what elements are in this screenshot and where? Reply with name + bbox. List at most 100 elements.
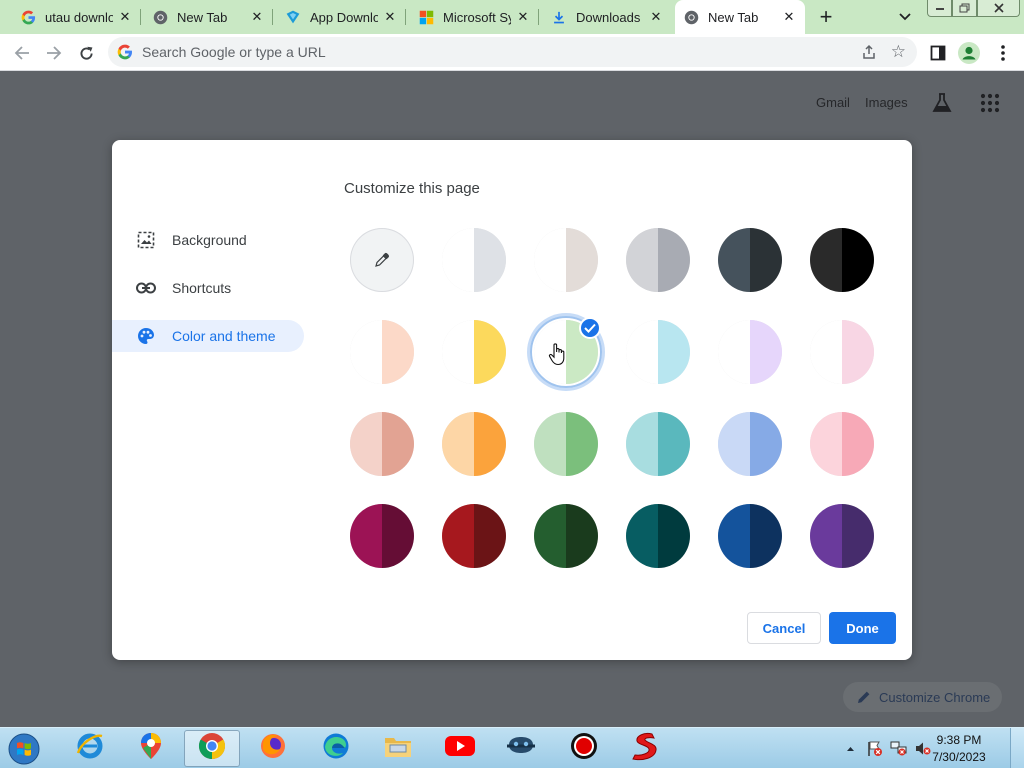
close-icon[interactable]: ✕ (781, 9, 797, 25)
taskbar-app-chrome[interactable] (184, 730, 240, 767)
internet-explorer-icon (75, 731, 105, 766)
tab-title: New Tab (177, 9, 228, 25)
cancel-button[interactable]: Cancel (747, 612, 821, 644)
nav-item-label: Shortcuts (172, 280, 232, 296)
close-icon[interactable]: ✕ (648, 9, 664, 25)
theme-swatch-warm-grey[interactable] (534, 228, 598, 292)
taskbar-app-speed[interactable] (618, 730, 674, 767)
start-button[interactable] (4, 730, 44, 767)
arrow-left-icon (14, 46, 29, 60)
arrow-right-icon (47, 46, 62, 60)
bookmark-star-icon[interactable]: ☆ (891, 42, 906, 62)
theme-swatch-green[interactable] (534, 412, 598, 476)
clock-time[interactable]: 9:38 PM (929, 733, 989, 747)
restore-icon (959, 3, 970, 13)
show-desktop-button[interactable] (1010, 728, 1024, 768)
theme-swatch-black[interactable] (810, 228, 874, 292)
tab-microsoft[interactable]: Microsoft Sy ✕ (410, 0, 539, 34)
theme-swatch-yellow-light[interactable] (442, 320, 506, 384)
taskbar-app-maps[interactable] (123, 730, 179, 767)
apps-grid-icon[interactable] (980, 93, 1000, 113)
google-icon (117, 44, 132, 60)
theme-swatch-dark-magenta[interactable] (350, 504, 414, 568)
download-icon (551, 9, 567, 25)
nav-item-color-and-theme[interactable]: Color and theme (112, 320, 304, 352)
minimize-icon (935, 8, 944, 10)
tab-utau-download[interactable]: utau downlo ✕ (12, 0, 141, 34)
taskbar-app-edge[interactable] (308, 730, 364, 767)
theme-swatch-blue[interactable] (718, 412, 782, 476)
close-icon[interactable]: ✕ (382, 9, 398, 25)
tab-title: Microsoft Sy (443, 9, 511, 25)
address-input[interactable] (142, 42, 742, 62)
theme-swatch-peach-light[interactable] (350, 320, 414, 384)
side-panel-button[interactable] (925, 40, 951, 66)
chrome-icon (152, 9, 168, 25)
nav-item-shortcuts[interactable]: Shortcuts (112, 272, 304, 304)
theme-swatch-lavender-light[interactable] (718, 320, 782, 384)
done-button[interactable]: Done (829, 612, 896, 644)
close-icon[interactable]: ✕ (515, 9, 531, 25)
taskbar-app-record[interactable] (556, 730, 612, 767)
taskbar-app-file-explorer[interactable] (370, 730, 426, 767)
close-icon[interactable]: ✕ (249, 9, 265, 25)
tab-app-download[interactable]: App Downlo ✕ (277, 0, 406, 34)
customize-chrome-button[interactable]: Customize Chrome (843, 682, 1003, 712)
theme-swatch-dark-green[interactable] (534, 504, 598, 568)
back-button[interactable] (9, 40, 35, 66)
theme-swatch-cyan-light[interactable] (626, 320, 690, 384)
forward-button[interactable] (41, 40, 67, 66)
record-icon (569, 731, 599, 766)
minimize-button[interactable] (927, 0, 952, 17)
window-close-button[interactable] (977, 0, 1020, 17)
palette-icon (136, 326, 156, 346)
images-link[interactable]: Images (865, 95, 908, 110)
theme-swatch-dark-red[interactable] (442, 504, 506, 568)
tab-search-button[interactable] (894, 6, 916, 28)
microsoft-icon (418, 9, 434, 25)
theme-swatch-cool-grey[interactable] (626, 228, 690, 292)
theme-swatch-pink-light[interactable] (810, 320, 874, 384)
theme-swatch-default-light[interactable] (442, 228, 506, 292)
taskbar-app-internet-explorer[interactable] (62, 730, 118, 767)
menu-button[interactable] (990, 40, 1016, 66)
theme-swatch-dark-blue[interactable] (718, 504, 782, 568)
theme-swatch-orange[interactable] (442, 412, 506, 476)
nav-item-background[interactable]: Background (112, 224, 304, 256)
omnibox[interactable]: ☆ (108, 37, 917, 67)
close-icon (993, 3, 1004, 13)
new-tab-button[interactable]: + (814, 4, 838, 29)
tab-new-tab[interactable]: New Tab ✕ (144, 0, 273, 34)
close-icon[interactable]: ✕ (117, 9, 133, 25)
reload-button[interactable] (73, 40, 99, 66)
restore-button[interactable] (952, 0, 977, 17)
tab-downloads[interactable]: Downloads ✕ (543, 0, 672, 34)
new-tab-page: Gmail Images Customize Chrome Customize … (0, 71, 1024, 727)
taskbar: 9:38 PM 7/30/2023 (0, 727, 1024, 768)
theme-swatch-teal[interactable] (626, 412, 690, 476)
theme-swatch-apricot[interactable] (350, 412, 414, 476)
theme-swatch-slate[interactable] (718, 228, 782, 292)
network-icon[interactable] (890, 740, 908, 757)
labs-flask-icon[interactable] (930, 91, 954, 115)
reload-icon (79, 46, 93, 60)
theme-swatch-dark-teal[interactable] (626, 504, 690, 568)
gmail-link[interactable]: Gmail (816, 95, 850, 110)
taskbar-app-youtube[interactable] (432, 730, 488, 767)
theme-swatch-rose[interactable] (810, 412, 874, 476)
chevron-down-icon (899, 13, 911, 21)
side-panel-icon (930, 45, 946, 61)
clock-date[interactable]: 7/30/2023 (919, 750, 999, 764)
share-icon[interactable] (861, 44, 877, 60)
avatar-icon (958, 42, 980, 64)
taskbar-app-firefox[interactable] (245, 730, 301, 767)
chevron-up-icon[interactable] (846, 745, 855, 752)
taskbar-app-game[interactable] (493, 730, 549, 767)
tab-new-tab-active[interactable]: New Tab ✕ (675, 0, 805, 34)
profile-button[interactable] (956, 40, 982, 66)
theme-swatch-dark-violet[interactable] (810, 504, 874, 568)
chrome-icon (197, 731, 227, 766)
action-center-flag-icon[interactable] (866, 740, 883, 757)
browser-toolbar: ☆ (0, 34, 1024, 71)
theme-swatch-custom[interactable] (350, 228, 414, 292)
